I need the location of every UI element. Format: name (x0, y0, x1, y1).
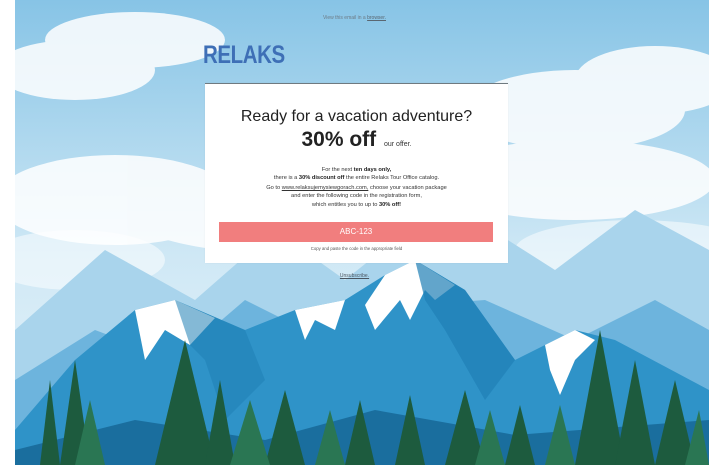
text-bold: 30% discount off (298, 174, 345, 181)
offer-suffix: our offer. (384, 141, 412, 148)
offer-heading: Ready for a vacation adventure? (240, 108, 473, 125)
unsubscribe-link[interactable]: Unsubscribe. (340, 273, 369, 279)
view-in-browser-text: View this email in a (322, 15, 366, 21)
text-segment: which entitles you to up to (311, 202, 378, 208)
text-segment: the entire Relaks Tour Office catalog. (346, 174, 440, 181)
offer-paragraph-3: which entitles you to up to 30% off! (205, 202, 508, 210)
text-segment: choose your vacation package (369, 185, 447, 191)
text-bold: ten days only, (353, 167, 392, 173)
text-bold: 30% off! (378, 202, 402, 208)
offer-discount: 30% off (301, 128, 377, 151)
relaks-logo[interactable]: RELAKS (203, 41, 285, 70)
offer-headline: 30% off our offer. (205, 128, 508, 152)
text-segment: and enter the following code in the regi… (291, 192, 422, 199)
unsubscribe-bar: Unsubscribe. (0, 273, 709, 279)
text-segment: Go to (266, 185, 281, 191)
offer-paragraph-1: For the next ten days only, there is a 3… (205, 167, 508, 182)
text-segment: there is a (273, 174, 298, 181)
offer-card: Ready for a vacation adventure? 30% off … (205, 83, 508, 263)
offer-paragraph-2: Go to www.relaksujemysiewgorach.com, cho… (205, 185, 508, 200)
copy-hint: Copy and paste the code in the appropria… (310, 246, 403, 251)
email-canvas: View this email in a browser. RELAKS Rea… (0, 0, 709, 465)
text-segment: For the next (321, 167, 353, 173)
view-in-browser-link[interactable]: browser. (367, 15, 386, 21)
website-link[interactable]: www.relaksujemysiewgorach.com, (282, 185, 369, 191)
discount-code-box[interactable]: ABC-123 (219, 222, 493, 242)
view-in-browser-bar: View this email in a browser. (0, 15, 709, 21)
